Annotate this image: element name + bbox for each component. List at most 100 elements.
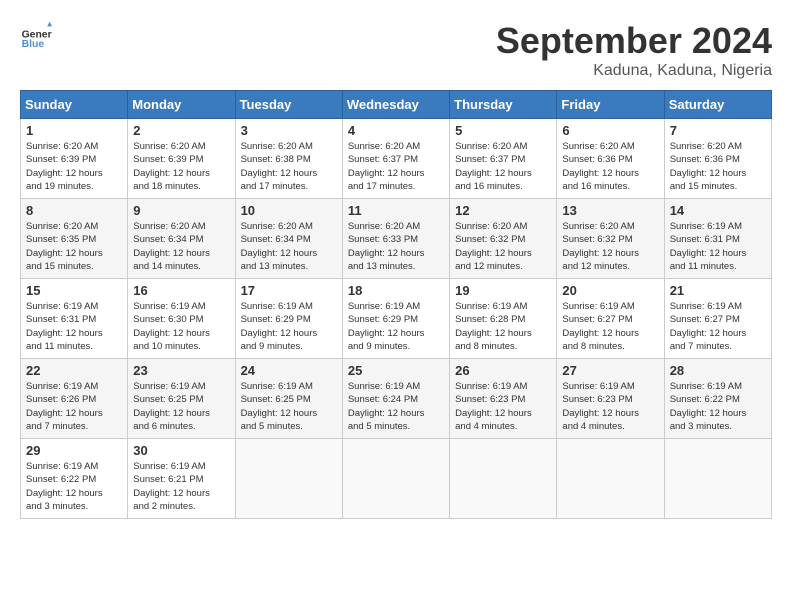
day-number: 28 [670, 363, 766, 378]
day-number: 9 [133, 203, 229, 218]
day-number: 8 [26, 203, 122, 218]
day-info: Sunrise: 6:19 AM Sunset: 6:25 PM Dayligh… [133, 380, 229, 433]
table-row: 15Sunrise: 6:19 AM Sunset: 6:31 PM Dayli… [21, 279, 128, 359]
day-number: 18 [348, 283, 444, 298]
header-sunday: Sunday [21, 91, 128, 119]
calendar-week-row: 1 Sunrise: 6:20 AM Sunset: 6:39 PM Daylig… [21, 119, 772, 199]
calendar-week-row: 29Sunrise: 6:19 AM Sunset: 6:22 PM Dayli… [21, 439, 772, 519]
day-number: 14 [670, 203, 766, 218]
table-row [557, 439, 664, 519]
day-info: Sunrise: 6:20 AM Sunset: 6:39 PM Dayligh… [26, 140, 122, 193]
day-number: 11 [348, 203, 444, 218]
table-row: 16 Sunrise: 6:19 AM Sunset: 6:30 PM Dayli… [128, 279, 235, 359]
location-subtitle: Kaduna, Kaduna, Nigeria [496, 62, 772, 80]
calendar-table: Sunday Monday Tuesday Wednesday Thursday… [20, 90, 772, 519]
day-number: 3 [241, 123, 337, 138]
table-row: 7 Sunrise: 6:20 AM Sunset: 6:36 PM Daylig… [664, 119, 771, 199]
table-row: 17Sunrise: 6:19 AM Sunset: 6:29 PM Dayli… [235, 279, 342, 359]
header-wednesday: Wednesday [342, 91, 449, 119]
table-row: 5 Sunrise: 6:20 AM Sunset: 6:37 PM Daylig… [450, 119, 557, 199]
header-tuesday: Tuesday [235, 91, 342, 119]
day-number: 13 [562, 203, 658, 218]
day-number: 26 [455, 363, 551, 378]
day-number: 24 [241, 363, 337, 378]
day-info: Sunrise: 6:20 AM Sunset: 6:35 PM Dayligh… [26, 220, 122, 273]
day-info: Sunrise: 6:20 AM Sunset: 6:34 PM Dayligh… [133, 220, 229, 273]
table-row [664, 439, 771, 519]
day-info: Sunrise: 6:19 AM Sunset: 6:25 PM Dayligh… [241, 380, 337, 433]
day-number: 4 [348, 123, 444, 138]
day-number: 1 [26, 123, 122, 138]
table-row: 19 Sunrise: 6:19 AM Sunset: 6:28 PM Dayli… [450, 279, 557, 359]
table-row: 24 Sunrise: 6:19 AM Sunset: 6:25 PM Dayli… [235, 359, 342, 439]
day-number: 16 [133, 283, 229, 298]
day-number: 15 [26, 283, 122, 298]
day-info: Sunrise: 6:20 AM Sunset: 6:36 PM Dayligh… [670, 140, 766, 193]
day-number: 21 [670, 283, 766, 298]
day-number: 19 [455, 283, 551, 298]
day-info: Sunrise: 6:19 AM Sunset: 6:23 PM Dayligh… [455, 380, 551, 433]
header-monday: Monday [128, 91, 235, 119]
table-row: 4 Sunrise: 6:20 AM Sunset: 6:37 PM Daylig… [342, 119, 449, 199]
day-number: 6 [562, 123, 658, 138]
table-row: 6Sunrise: 6:20 AM Sunset: 6:36 PM Daylig… [557, 119, 664, 199]
table-row: 10 Sunrise: 6:20 AM Sunset: 6:34 PM Dayli… [235, 199, 342, 279]
table-row: 2 Sunrise: 6:20 AM Sunset: 6:39 PM Daylig… [128, 119, 235, 199]
day-info: Sunrise: 6:19 AM Sunset: 6:22 PM Dayligh… [26, 460, 122, 513]
logo: General Blue [20, 20, 52, 52]
title-block: September 2024 Kaduna, Kaduna, Nigeria [496, 20, 772, 80]
calendar-week-row: 8 Sunrise: 6:20 AM Sunset: 6:35 PM Daylig… [21, 199, 772, 279]
page-header: General Blue September 2024 Kaduna, Kadu… [20, 20, 772, 80]
day-number: 23 [133, 363, 229, 378]
table-row: 22 Sunrise: 6:19 AM Sunset: 6:26 PM Dayli… [21, 359, 128, 439]
table-row [235, 439, 342, 519]
header-saturday: Saturday [664, 91, 771, 119]
table-row [342, 439, 449, 519]
day-number: 20 [562, 283, 658, 298]
day-info: Sunrise: 6:20 AM Sunset: 6:34 PM Dayligh… [241, 220, 337, 273]
day-info: Sunrise: 6:19 AM Sunset: 6:30 PM Dayligh… [133, 300, 229, 353]
day-info: Sunrise: 6:20 AM Sunset: 6:39 PM Dayligh… [133, 140, 229, 193]
table-row: 3 Sunrise: 6:20 AM Sunset: 6:38 PM Daylig… [235, 119, 342, 199]
day-info: Sunrise: 6:20 AM Sunset: 6:37 PM Dayligh… [348, 140, 444, 193]
day-info: Sunrise: 6:20 AM Sunset: 6:33 PM Dayligh… [348, 220, 444, 273]
calendar-header-row: Sunday Monday Tuesday Wednesday Thursday… [21, 91, 772, 119]
table-row: 1 Sunrise: 6:20 AM Sunset: 6:39 PM Daylig… [21, 119, 128, 199]
day-info: Sunrise: 6:20 AM Sunset: 6:38 PM Dayligh… [241, 140, 337, 193]
day-info: Sunrise: 6:19 AM Sunset: 6:28 PM Dayligh… [455, 300, 551, 353]
table-row [450, 439, 557, 519]
logo-icon: General Blue [20, 20, 52, 52]
calendar-week-row: 22 Sunrise: 6:19 AM Sunset: 6:26 PM Dayli… [21, 359, 772, 439]
day-info: Sunrise: 6:20 AM Sunset: 6:37 PM Dayligh… [455, 140, 551, 193]
day-number: 10 [241, 203, 337, 218]
table-row: 29Sunrise: 6:19 AM Sunset: 6:22 PM Dayli… [21, 439, 128, 519]
table-row: 20 Sunrise: 6:19 AM Sunset: 6:27 PM Dayli… [557, 279, 664, 359]
month-title: September 2024 [496, 20, 772, 62]
day-number: 17 [241, 283, 337, 298]
day-info: Sunrise: 6:19 AM Sunset: 6:27 PM Dayligh… [562, 300, 658, 353]
day-info: Sunrise: 6:19 AM Sunset: 6:26 PM Dayligh… [26, 380, 122, 433]
day-info: Sunrise: 6:20 AM Sunset: 6:32 PM Dayligh… [455, 220, 551, 273]
day-number: 7 [670, 123, 766, 138]
table-row: 14 Sunrise: 6:19 AM Sunset: 6:31 PM Dayli… [664, 199, 771, 279]
svg-text:Blue: Blue [22, 39, 45, 50]
day-number: 5 [455, 123, 551, 138]
table-row: 28 Sunrise: 6:19 AM Sunset: 6:22 PM Dayli… [664, 359, 771, 439]
table-row: 11 Sunrise: 6:20 AM Sunset: 6:33 PM Dayli… [342, 199, 449, 279]
day-number: 22 [26, 363, 122, 378]
table-row: 21 Sunrise: 6:19 AM Sunset: 6:27 PM Dayli… [664, 279, 771, 359]
day-info: Sunrise: 6:19 AM Sunset: 6:22 PM Dayligh… [670, 380, 766, 433]
table-row: 18 Sunrise: 6:19 AM Sunset: 6:29 PM Dayli… [342, 279, 449, 359]
day-info: Sunrise: 6:19 AM Sunset: 6:27 PM Dayligh… [670, 300, 766, 353]
day-number: 30 [133, 443, 229, 458]
day-info: Sunrise: 6:19 AM Sunset: 6:31 PM Dayligh… [670, 220, 766, 273]
table-row: 30 Sunrise: 6:19 AM Sunset: 6:21 PM Dayli… [128, 439, 235, 519]
day-info: Sunrise: 6:19 AM Sunset: 6:29 PM Dayligh… [348, 300, 444, 353]
day-info: Sunrise: 6:20 AM Sunset: 6:32 PM Dayligh… [562, 220, 658, 273]
day-number: 27 [562, 363, 658, 378]
table-row: 25Sunrise: 6:19 AM Sunset: 6:24 PM Dayli… [342, 359, 449, 439]
day-info: Sunrise: 6:19 AM Sunset: 6:24 PM Dayligh… [348, 380, 444, 433]
day-number: 2 [133, 123, 229, 138]
table-row: 12Sunrise: 6:20 AM Sunset: 6:32 PM Dayli… [450, 199, 557, 279]
day-info: Sunrise: 6:19 AM Sunset: 6:21 PM Dayligh… [133, 460, 229, 513]
